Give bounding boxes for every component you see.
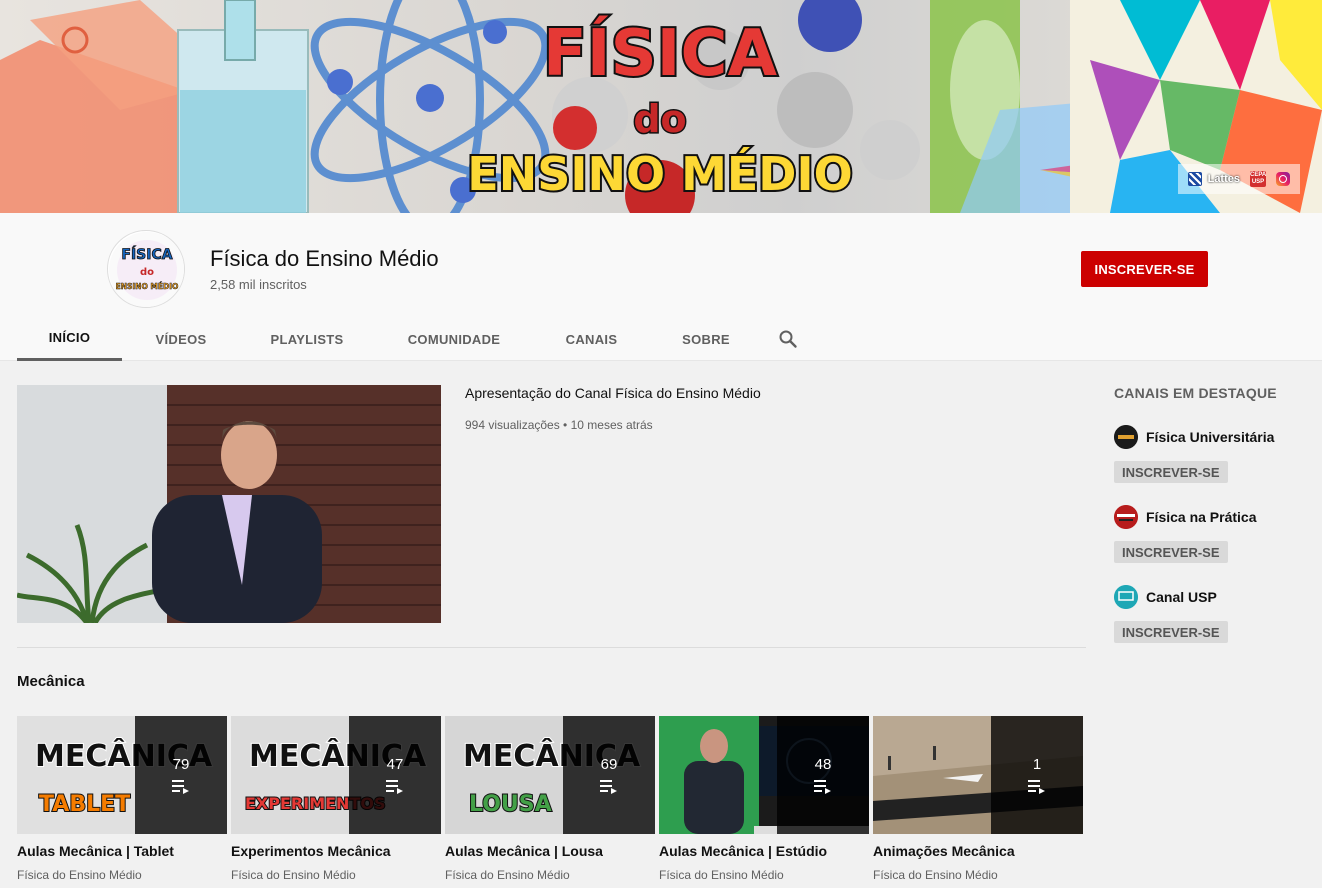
featured-channel: Física Universitária INSCREVER-SE — [1114, 425, 1304, 483]
banner-title-line1: FÍSICA — [543, 15, 777, 91]
tab-playlists[interactable]: PLAYLISTS — [240, 317, 374, 361]
featured-channel-subscribe-button[interactable]: INSCREVER-SE — [1114, 541, 1228, 563]
featured-channels-sidebar: CANAIS EM DESTAQUE Física Universitária … — [1114, 385, 1304, 643]
tab-comunidade[interactable]: COMUNIDADE — [374, 317, 534, 361]
channel-search-button[interactable] — [763, 317, 813, 361]
lattes-link[interactable]: Lattes — [1187, 172, 1240, 186]
playlist-count-overlay: 47 — [349, 716, 441, 834]
playlist-channel[interactable]: Física do Ensino Médio — [17, 868, 227, 882]
playlist-channel[interactable]: Física do Ensino Médio — [231, 868, 441, 882]
playlist-card: MECÂNICA TABLET 79 Aulas Mecânica | Tabl… — [17, 716, 227, 882]
channel-tabs: INÍCIO VÍDEOS PLAYLISTS COMUNIDADE CANAI… — [17, 317, 813, 361]
playlist-channel[interactable]: Física do Ensino Médio — [659, 868, 869, 882]
featured-channel: Física na Prática INSCREVER-SE — [1114, 505, 1304, 563]
channel-name: Física do Ensino Médio — [210, 246, 439, 271]
playlist-channel[interactable]: Física do Ensino Médio — [445, 868, 655, 882]
playlist-count-overlay: 1 — [991, 716, 1083, 834]
playlist-card: 1 Animações Mecânica Física do Ensino Mé… — [873, 716, 1083, 882]
featured-video-title[interactable]: Apresentação do Canal Física do Ensino M… — [465, 385, 761, 401]
avatar-text-bottom: ENSINO MÉDIO — [116, 282, 179, 291]
shelf-title[interactable]: Mecânica — [17, 673, 85, 690]
playlist-thumbnail[interactable]: 1 — [873, 716, 1083, 834]
playlist-title[interactable]: Animações Mecânica — [873, 843, 1083, 859]
playlist-count-overlay: 69 — [563, 716, 655, 834]
playlist-icon — [814, 779, 831, 794]
thumb-sub-text: LOUSA — [469, 792, 552, 817]
sidebar-heading: CANAIS EM DESTAQUE — [1114, 385, 1277, 401]
banner-title-line3: ENSINO MÉDIO — [467, 147, 852, 201]
instagram-icon — [1276, 172, 1290, 186]
featured-channel-avatar — [1114, 425, 1138, 449]
featured-video-meta: 994 visualizações • 10 meses atrás — [465, 418, 653, 432]
featured-channel-subscribe-button[interactable]: INSCREVER-SE — [1114, 621, 1228, 643]
featured-channel-avatar — [1114, 505, 1138, 529]
playlist-video-count: 48 — [814, 755, 832, 773]
playlist-icon — [172, 779, 189, 794]
featured-channel-link[interactable]: Canal USP — [1114, 585, 1304, 609]
playlist-thumbnail[interactable]: 48 — [659, 716, 869, 834]
banner-title-line2: do — [633, 97, 686, 141]
cepa-usp-link[interactable]: CEPA USP — [1250, 171, 1266, 187]
cepa-icon-sub: USP — [1251, 179, 1265, 185]
playlist-title[interactable]: Experimentos Mecânica — [231, 843, 441, 859]
tab-canais[interactable]: CANAIS — [534, 317, 649, 361]
playlist-icon — [1028, 779, 1045, 794]
playlist-video-count: 79 — [172, 755, 190, 773]
cepa-icon-text: CEPA — [1250, 172, 1267, 178]
playlist-channel[interactable]: Física do Ensino Médio — [873, 868, 1083, 882]
playlist-video-count: 69 — [600, 755, 618, 773]
playlist-video-count: 1 — [1032, 755, 1042, 773]
lattes-icon — [1187, 172, 1202, 186]
playlist-count-overlay: 79 — [135, 716, 227, 834]
section-divider — [17, 647, 1086, 648]
featured-channel-link[interactable]: Física Universitária — [1114, 425, 1304, 449]
featured-channel-name: Canal USP — [1146, 589, 1217, 605]
playlist-title[interactable]: Aulas Mecânica | Lousa — [445, 843, 655, 859]
channel-avatar-art: FÍSICA do ENSINO MÉDIO — [109, 232, 184, 307]
thumb-sub-text: TABLET — [39, 792, 130, 817]
banner-artwork: FÍSICA do ENSINO MÉDIO — [0, 0, 1322, 213]
featured-channel-avatar — [1114, 585, 1138, 609]
featured-channel-name: Física Universitária — [1146, 429, 1275, 445]
subscribe-button[interactable]: INSCREVER-SE — [1081, 251, 1208, 287]
search-icon — [779, 330, 797, 348]
featured-channel-link[interactable]: Física na Prática — [1114, 505, 1304, 529]
tab-videos[interactable]: VÍDEOS — [122, 317, 240, 361]
playlist-title[interactable]: Aulas Mecânica | Estúdio — [659, 843, 869, 859]
canal-usp-logo — [1114, 585, 1138, 609]
playlist-count-overlay: 48 — [777, 716, 869, 834]
playlist-card: MECÂNICA LOUSA 69 Aulas Mecânica | Lousa… — [445, 716, 655, 882]
playlist-video-count: 47 — [386, 755, 404, 773]
playlist-icon — [600, 779, 617, 794]
tab-inicio[interactable]: INÍCIO — [17, 317, 122, 361]
featured-channel-subscribe-button[interactable]: INSCREVER-SE — [1114, 461, 1228, 483]
avatar-text-top: FÍSICA — [121, 246, 172, 263]
playlist-thumbnail[interactable]: MECÂNICA EXPERIMENTOS 47 — [231, 716, 441, 834]
fisica-na-pratica-logo — [1114, 505, 1138, 529]
instagram-link[interactable] — [1276, 172, 1290, 186]
playlist-card: MECÂNICA EXPERIMENTOS 47 Experimentos Me… — [231, 716, 441, 882]
playlist-thumbnail[interactable]: MECÂNICA TABLET 79 — [17, 716, 227, 834]
featured-thumbnail-art — [17, 385, 441, 623]
featured-channel: Canal USP INSCREVER-SE — [1114, 585, 1304, 643]
subscriber-count: 2,58 mil inscritos — [210, 277, 307, 292]
channel-header: FÍSICA do ENSINO MÉDIO Física do Ensino … — [0, 213, 1322, 361]
playlist-card: 48 Aulas Mecânica | Estúdio Física do En… — [659, 716, 869, 882]
channel-banner: FÍSICA do ENSINO MÉDIO Lattes CEPA USP — [0, 0, 1322, 213]
playlist-title[interactable]: Aulas Mecânica | Tablet — [17, 843, 227, 859]
lattes-link-label: Lattes — [1207, 173, 1240, 185]
tab-sobre[interactable]: SOBRE — [649, 317, 763, 361]
banner-links: Lattes CEPA USP — [1177, 164, 1300, 194]
featured-channel-name: Física na Prática — [1146, 509, 1257, 525]
avatar-text-mid: do — [140, 267, 154, 278]
featured-video-thumbnail[interactable] — [17, 385, 441, 623]
cepa-usp-icon: CEPA USP — [1250, 171, 1266, 187]
fisica-universitaria-logo — [1114, 425, 1138, 449]
playlist-icon — [386, 779, 403, 794]
playlist-thumbnail[interactable]: MECÂNICA LOUSA 69 — [445, 716, 655, 834]
channel-avatar[interactable]: FÍSICA do ENSINO MÉDIO — [107, 230, 185, 308]
